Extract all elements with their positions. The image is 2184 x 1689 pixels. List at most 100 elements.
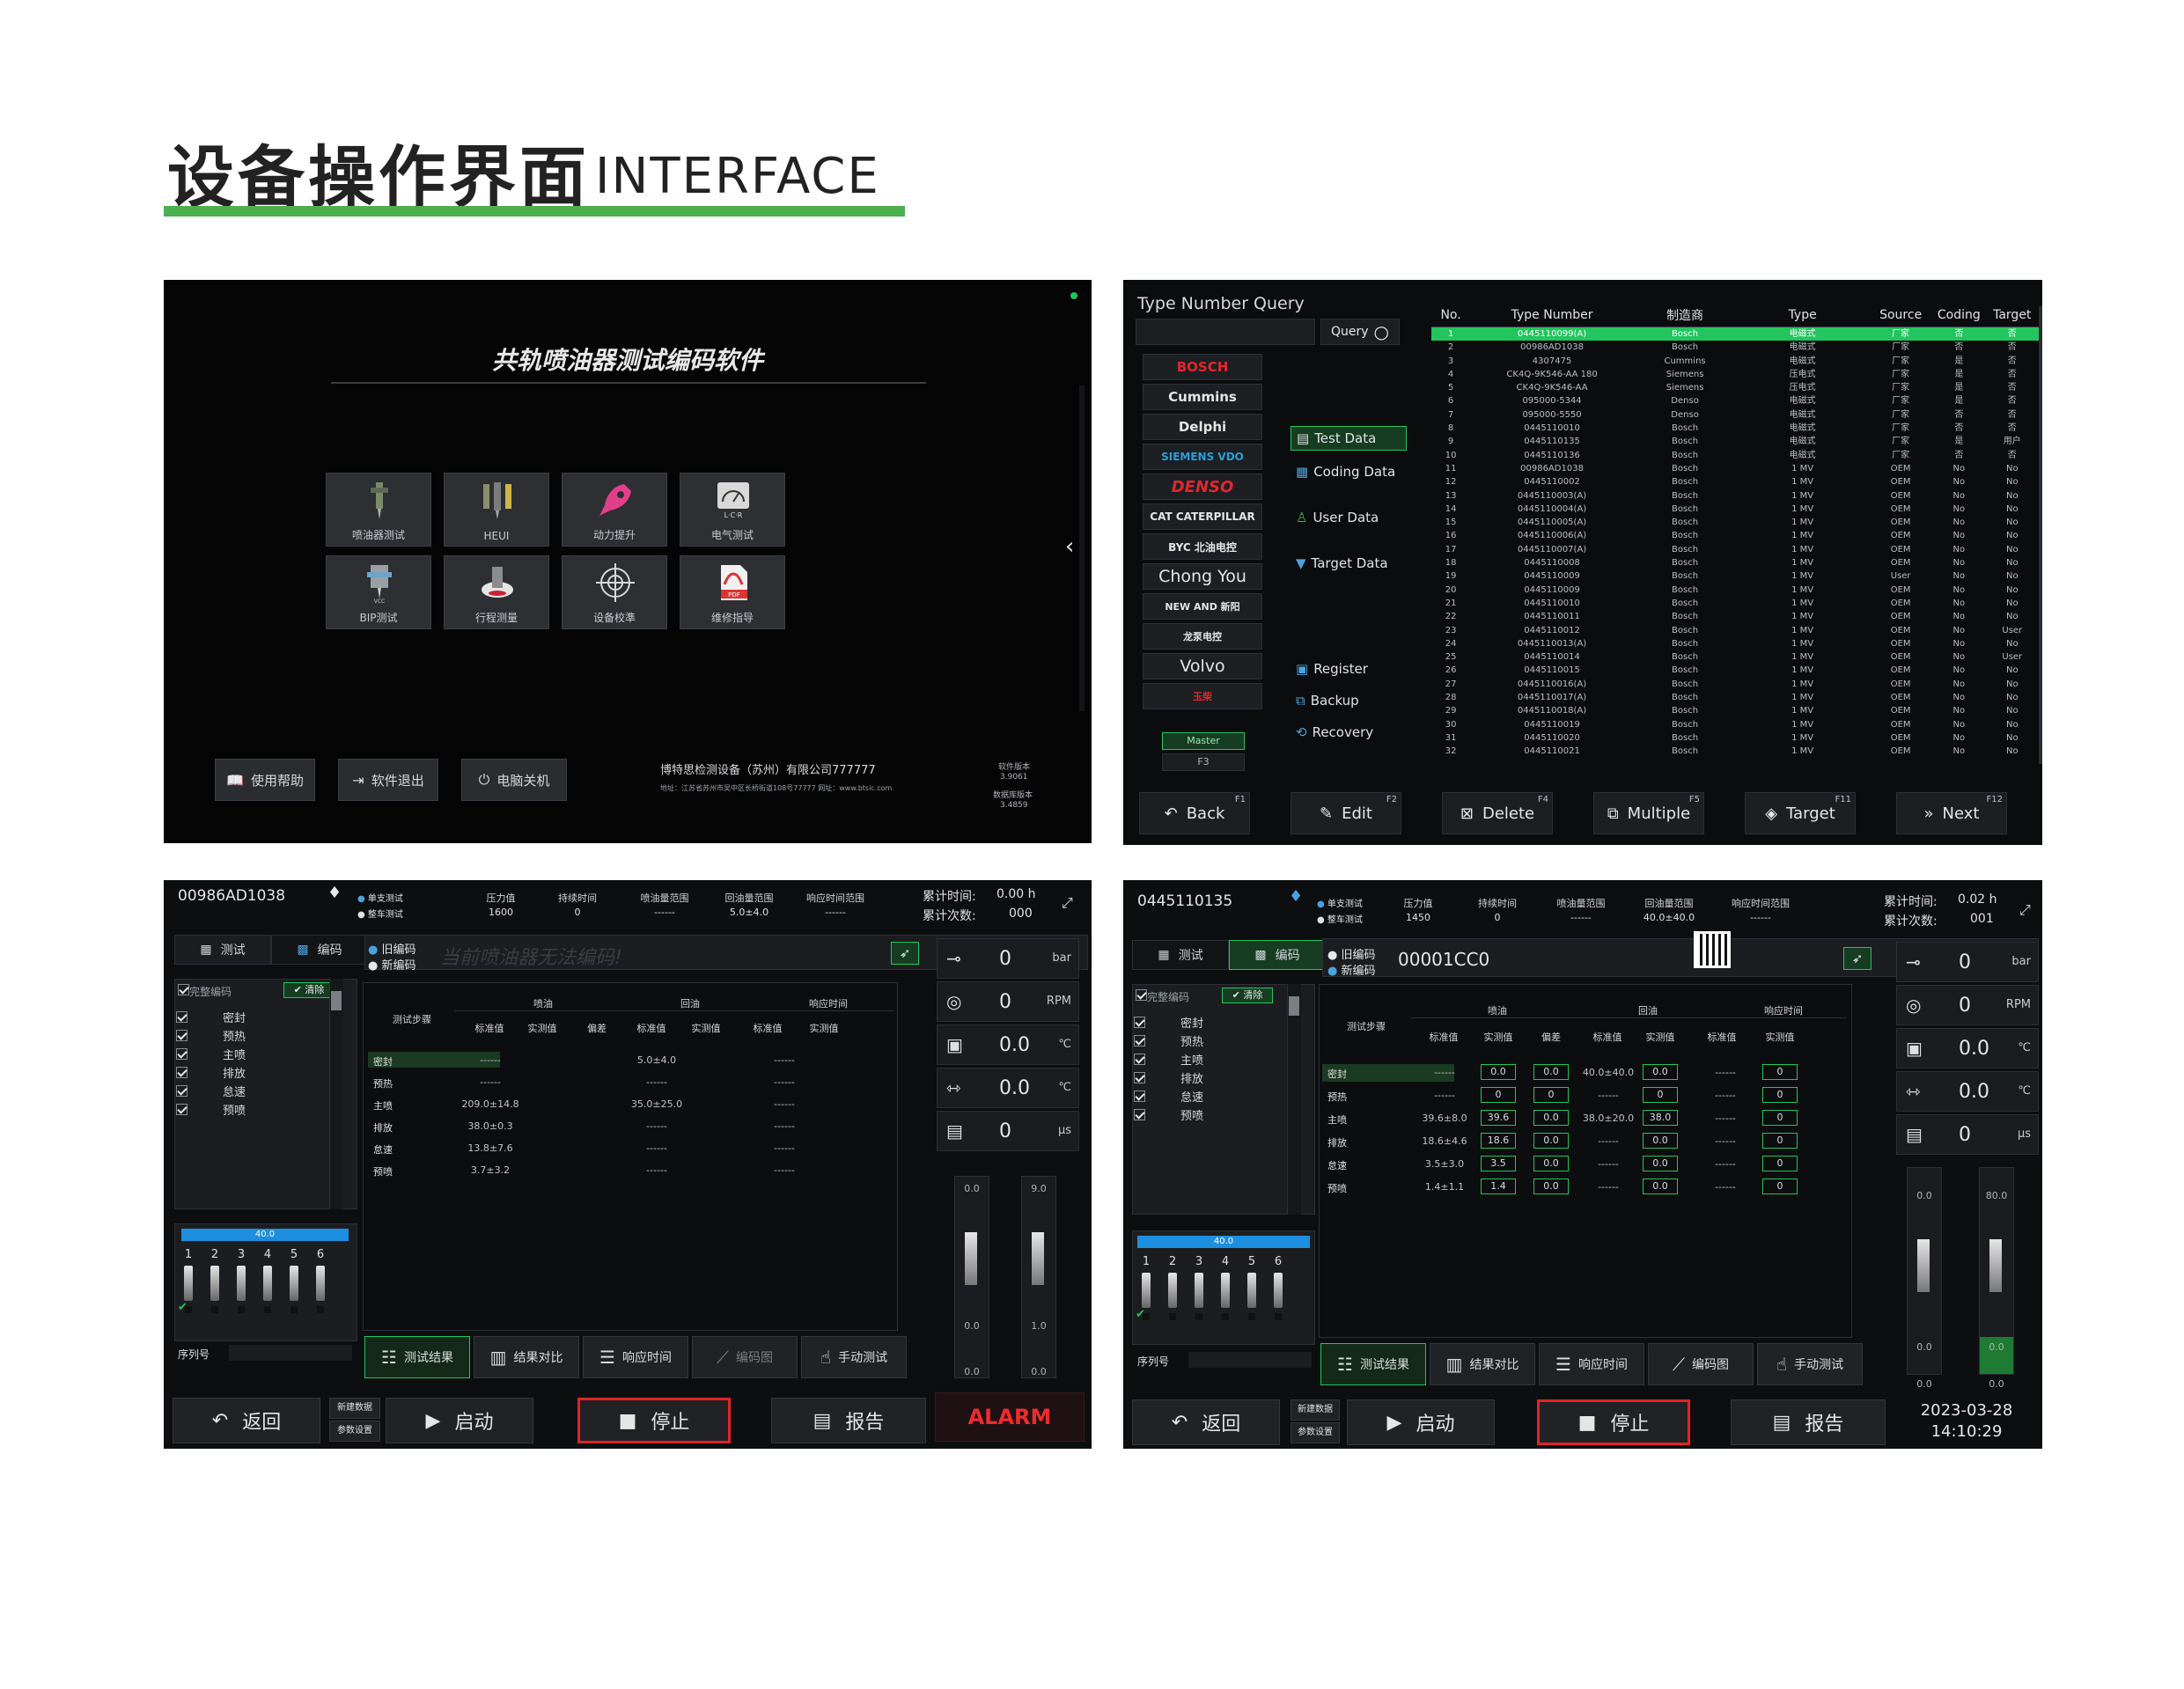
table-row[interactable]: 17 0445110007(A) Bosch 1 MV OEM No No	[1431, 543, 2039, 556]
old-code-radio[interactable]: ● 旧编码	[368, 940, 416, 957]
checkbox-icon[interactable]	[176, 1104, 188, 1115]
table-row[interactable]: 7 095000-5550 Denso 电磁式 厂家 否 否	[1431, 408, 2039, 422]
recovery-button[interactable]: ⟲ Recovery	[1291, 720, 1407, 745]
step-scrollbar[interactable]	[329, 979, 343, 1209]
col-manufacturer[interactable]: 制造商	[1633, 306, 1737, 327]
test-data-button[interactable]: ▤ Test Data	[1291, 426, 1407, 451]
multi-test-radio[interactable]: ● 整车测试	[1317, 912, 1363, 925]
query-input[interactable]	[1136, 319, 1315, 345]
table-row[interactable]: 4 CK4Q-9K546-AA 180 Siemens 压电式 厂家 是 否	[1431, 368, 2039, 381]
diamond-icon[interactable]: ♦	[327, 884, 342, 902]
new-data-button[interactable]: 新建数据	[1291, 1399, 1340, 1421]
tab-manual-test[interactable]: ☝ 手动测试	[1757, 1343, 1863, 1385]
query-button[interactable]: Query ○	[1320, 319, 1400, 345]
new-data-button[interactable]: 新建数据	[329, 1398, 380, 1419]
next-button[interactable]: » Next F12	[1896, 792, 2007, 834]
multi-test-radio[interactable]: ● 整车测试	[357, 907, 403, 920]
table-row[interactable]: 13 0445110003(A) Bosch 1 MV OEM No No	[1431, 489, 2039, 503]
tab-code-chart[interactable]: ⟋ 编码图	[1648, 1343, 1754, 1385]
brand-cat[interactable]: CAT CATERPILLAR	[1143, 503, 1262, 530]
diamond-icon[interactable]: ♦	[1289, 887, 1303, 906]
table-row[interactable]: 26 0445110015 Bosch 1 MV OEM No No	[1431, 664, 2039, 677]
checkbox-icon[interactable]	[176, 1067, 188, 1078]
tile-repair-guide[interactable]: PDF 维修指导	[680, 555, 785, 629]
brand-chongyou[interactable]: Chong You	[1143, 563, 1262, 590]
tab-response-time[interactable]: ☰ 响应时间	[583, 1336, 688, 1378]
step-row[interactable]: 预喷	[176, 1101, 246, 1118]
step-row[interactable]: 预热	[1134, 1032, 1203, 1049]
table-row[interactable]: 16 0445110006(A) Bosch 1 MV OEM No No	[1431, 529, 2039, 542]
back-button[interactable]: ↶ Back F1	[1139, 792, 1250, 834]
table-row[interactable]: 23 0445110012 Bosch 1 MV OEM No User	[1431, 624, 2039, 637]
tab-response-time[interactable]: ☰ 响应时间	[1539, 1343, 1644, 1385]
brand-denso[interactable]: DENSO	[1143, 474, 1262, 500]
tab-code-chart[interactable]: ⟋ 编码图	[692, 1336, 798, 1378]
new-code-radio[interactable]: ● 新编码	[368, 956, 416, 973]
checkbox-icon[interactable]	[1134, 1035, 1145, 1046]
old-code-radio[interactable]: ● 旧编码	[1327, 945, 1376, 962]
brand-yuchai[interactable]: 玉柴	[1143, 683, 1262, 709]
start-button[interactable]: ▶ 启动	[386, 1398, 533, 1443]
table-row[interactable]: 21 0445110010 Bosch 1 MV OEM No No	[1431, 597, 2039, 610]
back-button[interactable]: ↶ 返回	[173, 1398, 320, 1443]
table-row[interactable]: 12 0445110002 Bosch 1 MV OEM No No	[1431, 475, 2039, 488]
table-row[interactable]: 6 095000-5344 Denso 电磁式 厂家 是 否	[1431, 394, 2039, 408]
injector-icon[interactable]	[184, 1266, 193, 1301]
table-row[interactable]: 3 4307475 Cummins 电磁式 厂家 是 否	[1431, 355, 2039, 368]
single-test-radio[interactable]: ● 单支测试	[357, 891, 403, 904]
back-button[interactable]: ↶ 返回	[1132, 1399, 1280, 1445]
code-rocket-button[interactable]: ➶	[891, 942, 919, 965]
col-type-number[interactable]: Type Number	[1470, 306, 1634, 327]
tab-test-result[interactable]: ☷ 测试结果	[1320, 1343, 1426, 1385]
tile-heui[interactable]: HEUI	[444, 473, 549, 547]
step-row[interactable]: 预喷	[1134, 1106, 1203, 1123]
injector-icon[interactable]	[316, 1266, 325, 1301]
injector-icon[interactable]	[1274, 1273, 1283, 1308]
step-row[interactable]: 密封	[176, 1009, 246, 1025]
brand-volvo[interactable]: Volvo	[1143, 653, 1262, 679]
injector-icon[interactable]	[263, 1266, 272, 1301]
brand-longbeng[interactable]: 龙泵电控	[1143, 623, 1262, 650]
full-code-checkbox[interactable]: 完整编码	[178, 984, 232, 999]
step-row[interactable]: 密封	[1134, 1014, 1203, 1031]
serial-input[interactable]	[1188, 1352, 1312, 1368]
shutdown-button[interactable]: ⏻ 电脑关机	[461, 759, 567, 801]
table-row[interactable]: 8 0445110010 Bosch 电磁式 厂家 否 否	[1431, 422, 2039, 435]
table-row[interactable]: 2 00986AD1038 Bosch 电磁式 厂家 否 否	[1431, 341, 2039, 354]
param-set-button[interactable]: 参数设置	[329, 1421, 380, 1442]
checkbox-icon[interactable]	[176, 1085, 188, 1097]
tile-electrical-test[interactable]: L·C·R 电气测试	[680, 473, 785, 547]
register-button[interactable]: ▣ Register	[1291, 657, 1407, 681]
f3-badge[interactable]: F3	[1162, 753, 1245, 771]
brand-byc[interactable]: BYC 北油电控	[1143, 533, 1262, 560]
help-button[interactable]: 📖 使用帮助	[215, 759, 315, 801]
coding-data-button[interactable]: ▦ Coding Data	[1291, 459, 1407, 484]
col-type[interactable]: Type	[1736, 306, 1870, 327]
checkbox-icon[interactable]	[176, 1011, 188, 1023]
step-scrollbar[interactable]	[1287, 984, 1301, 1215]
clear-button[interactable]: ✔ 清除	[283, 982, 335, 998]
col-target[interactable]: Target	[1985, 306, 2039, 327]
user-data-button[interactable]: ♙ User Data	[1291, 505, 1407, 530]
tab-code[interactable]: ▩ 编码	[271, 935, 368, 965]
stop-button[interactable]: ■ 停止	[577, 1398, 731, 1443]
target-button[interactable]: ◈ Target F11	[1745, 792, 1856, 834]
scroll-thumb[interactable]	[1289, 996, 1299, 1016]
table-row[interactable]: 27 0445110016(A) Bosch 1 MV OEM No No	[1431, 678, 2039, 691]
table-row[interactable]: 20 0445110009 Bosch 1 MV OEM No No	[1431, 584, 2039, 597]
start-button[interactable]: ▶ 启动	[1347, 1399, 1495, 1445]
col-coding[interactable]: Coding	[1932, 306, 1986, 327]
table-row[interactable]: 28 0445110017(A) Bosch 1 MV OEM No No	[1431, 691, 2039, 704]
injector-icon[interactable]	[1247, 1273, 1256, 1308]
edit-button[interactable]: ✎ Edit F2	[1291, 792, 1401, 834]
brand-newand[interactable]: NEW AND 新阳	[1143, 593, 1262, 620]
tile-calibration[interactable]: 设备校準	[562, 555, 667, 629]
scroll-track[interactable]	[1079, 386, 1085, 711]
step-row[interactable]: 怠速	[1134, 1088, 1203, 1105]
new-code-radio[interactable]: ● 新编码	[1327, 961, 1376, 978]
code-rocket-button[interactable]: ➶	[1843, 947, 1871, 970]
injector-icon[interactable]	[1142, 1273, 1151, 1308]
step-row[interactable]: 预热	[176, 1027, 246, 1044]
table-row[interactable]: 15 0445110005(A) Bosch 1 MV OEM No No	[1431, 516, 2039, 529]
target-data-button[interactable]: ▼ Target Data	[1291, 551, 1407, 576]
